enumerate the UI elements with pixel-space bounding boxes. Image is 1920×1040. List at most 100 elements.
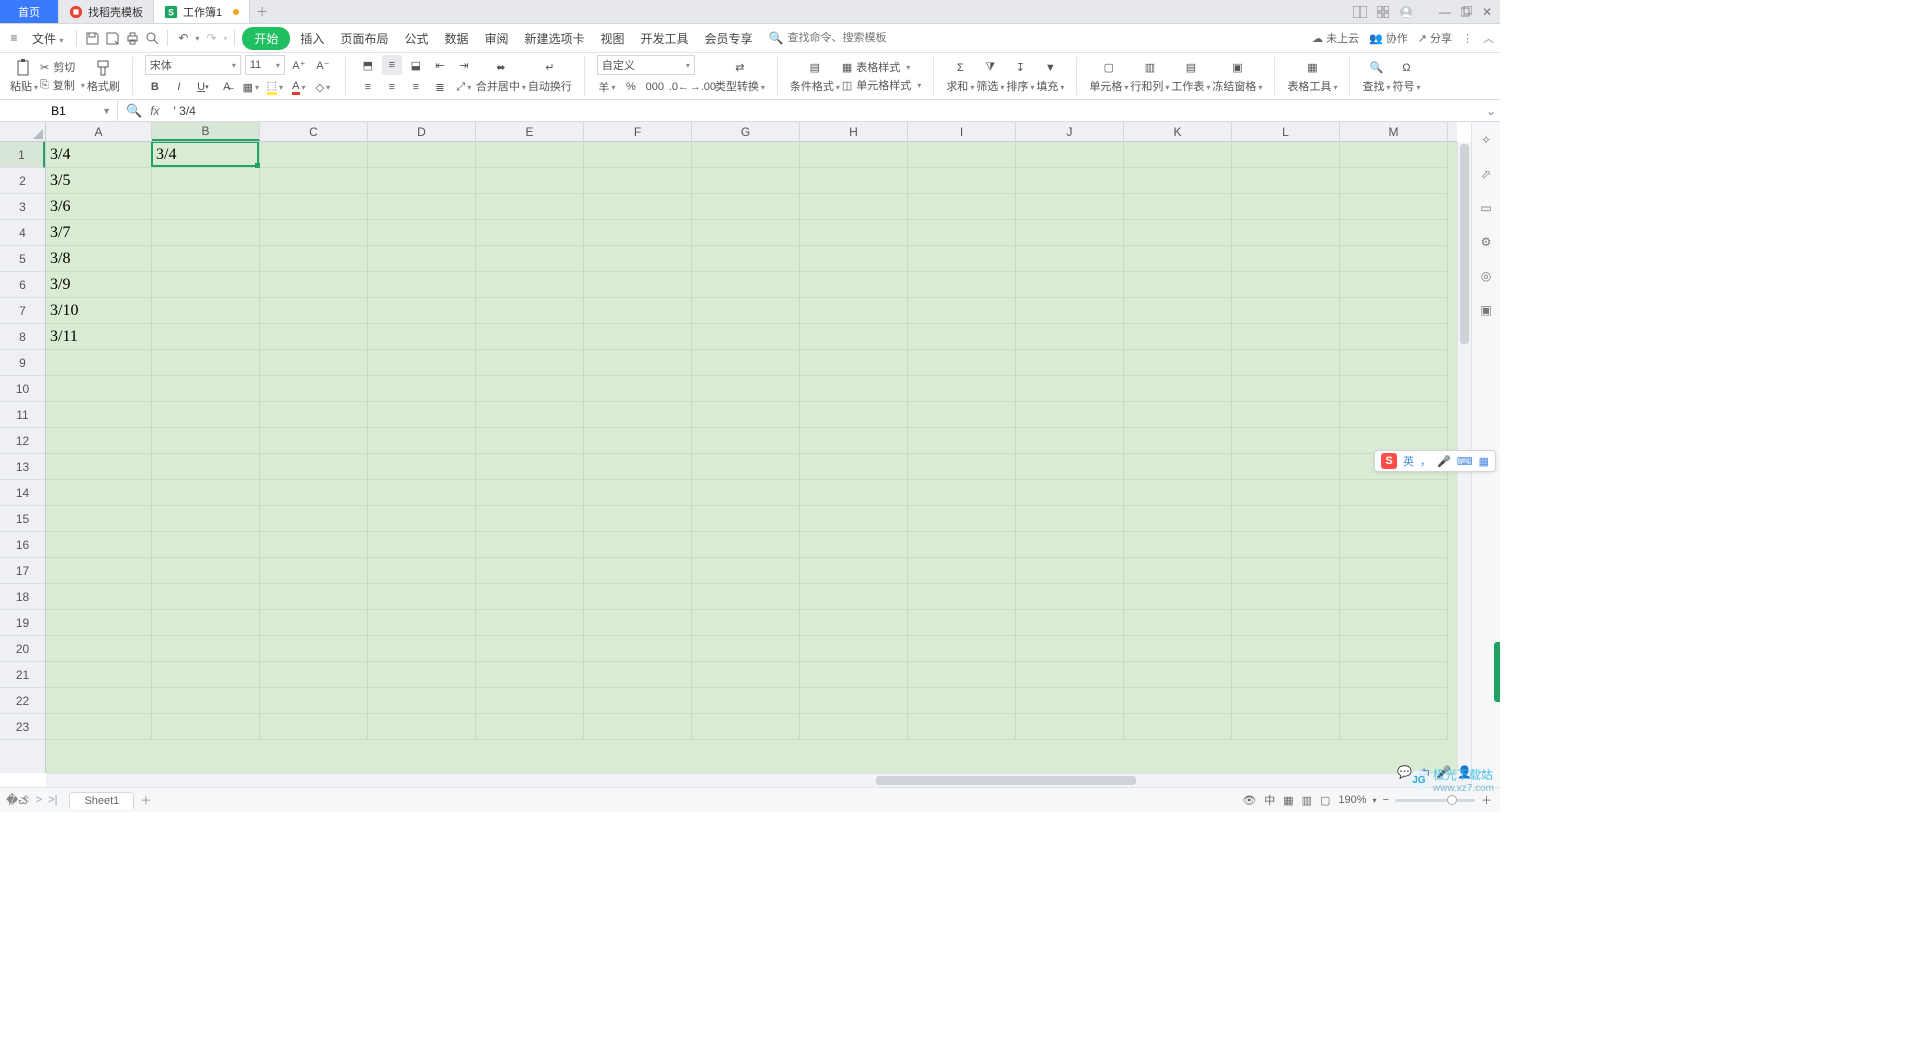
column-header[interactable]: F — [584, 122, 692, 141]
row-header[interactable]: 1 — [0, 142, 45, 168]
cell[interactable] — [1232, 324, 1340, 350]
column-header[interactable]: E — [476, 122, 584, 141]
side-assistant-icon[interactable]: ✧ — [1476, 130, 1496, 150]
cell[interactable] — [692, 402, 800, 428]
cell[interactable] — [152, 402, 260, 428]
select-all-corner[interactable] — [0, 122, 46, 142]
cell[interactable] — [908, 324, 1016, 350]
cell[interactable] — [1124, 142, 1232, 168]
cell[interactable] — [692, 350, 800, 376]
cell[interactable] — [260, 194, 368, 220]
cell[interactable] — [260, 350, 368, 376]
cell[interactable] — [584, 584, 692, 610]
table-style-button[interactable]: ▦表格样式 — [842, 59, 921, 75]
cell[interactable] — [908, 480, 1016, 506]
cell[interactable] — [476, 272, 584, 298]
cell[interactable] — [1124, 272, 1232, 298]
cell[interactable] — [800, 220, 908, 246]
cell[interactable] — [584, 298, 692, 324]
cell[interactable] — [152, 246, 260, 272]
font-select[interactable]: 宋体▾ — [145, 55, 241, 75]
cell[interactable] — [1124, 662, 1232, 688]
cell[interactable] — [1232, 662, 1340, 688]
cell[interactable] — [584, 168, 692, 194]
menu-dev[interactable]: 开发工具 — [635, 27, 695, 50]
cell[interactable] — [1016, 376, 1124, 402]
cell[interactable] — [692, 298, 800, 324]
increase-decimal-icon[interactable]: →.00 — [693, 77, 713, 97]
cell[interactable] — [260, 376, 368, 402]
cell[interactable] — [1340, 168, 1448, 194]
cell[interactable] — [692, 454, 800, 480]
row-header[interactable]: 5 — [0, 246, 45, 272]
cell[interactable] — [584, 246, 692, 272]
column-header[interactable]: M — [1340, 122, 1448, 141]
row-header[interactable]: 17 — [0, 558, 45, 584]
cell[interactable] — [260, 532, 368, 558]
column-header[interactable]: I — [908, 122, 1016, 141]
column-header[interactable]: H — [800, 122, 908, 141]
cell[interactable] — [476, 376, 584, 402]
type-convert-button[interactable]: ⇄类型转换 — [715, 59, 765, 94]
cell[interactable] — [476, 220, 584, 246]
view-normal-icon[interactable]: ▦ — [1283, 794, 1293, 807]
cell[interactable] — [368, 688, 476, 714]
conditional-format-button[interactable]: ▤条件格式 — [790, 59, 840, 94]
cell[interactable] — [46, 662, 152, 688]
row-header[interactable]: 14 — [0, 480, 45, 506]
coop-button[interactable]: 👥协作 — [1369, 30, 1408, 46]
cell[interactable] — [584, 324, 692, 350]
cell[interactable] — [1232, 350, 1340, 376]
decrease-font-icon[interactable]: A⁻ — [313, 55, 333, 75]
ime-keyboard-icon[interactable]: ⌨ — [1457, 455, 1473, 468]
row-header[interactable]: 2 — [0, 168, 45, 194]
cell[interactable] — [46, 376, 152, 402]
side-location-icon[interactable]: ◎ — [1476, 266, 1496, 286]
cell[interactable] — [368, 610, 476, 636]
cell[interactable]: 3/8 — [46, 246, 152, 272]
row-header[interactable]: 18 — [0, 584, 45, 610]
cell[interactable] — [368, 194, 476, 220]
orientation-icon[interactable]: ⤢ — [454, 77, 474, 97]
share-button[interactable]: ↗分享 — [1418, 30, 1452, 46]
cell[interactable] — [908, 402, 1016, 428]
cell[interactable] — [1124, 194, 1232, 220]
zoom-control[interactable]: 190%▾ − ＋ — [1338, 792, 1492, 808]
cell[interactable] — [152, 324, 260, 350]
cell[interactable] — [1124, 298, 1232, 324]
cell[interactable] — [1016, 350, 1124, 376]
cell[interactable] — [476, 324, 584, 350]
cell[interactable] — [1232, 376, 1340, 402]
name-box[interactable]: ▼ — [0, 100, 118, 121]
cell[interactable] — [908, 532, 1016, 558]
cell[interactable] — [46, 506, 152, 532]
cell[interactable] — [800, 610, 908, 636]
cell[interactable] — [1340, 636, 1448, 662]
fill-color-icon[interactable]: ⬚ — [265, 77, 285, 97]
cell[interactable] — [476, 506, 584, 532]
cell[interactable] — [584, 506, 692, 532]
cell[interactable] — [152, 350, 260, 376]
align-center-icon[interactable]: ≡ — [382, 77, 402, 97]
row-header[interactable]: 15 — [0, 506, 45, 532]
cell[interactable] — [1232, 532, 1340, 558]
decrease-decimal-icon[interactable]: .0← — [669, 77, 689, 97]
ime-mic-icon[interactable]: 🎤 — [1437, 455, 1451, 468]
cell[interactable] — [800, 272, 908, 298]
menu-formula[interactable]: 公式 — [398, 27, 434, 50]
cell[interactable] — [260, 688, 368, 714]
cell[interactable] — [584, 714, 692, 740]
cell[interactable] — [692, 376, 800, 402]
cell[interactable] — [584, 220, 692, 246]
zoom-slider[interactable] — [1395, 799, 1475, 802]
cell[interactable]: 3/5 — [46, 168, 152, 194]
cell[interactable] — [476, 142, 584, 168]
cell[interactable] — [260, 480, 368, 506]
cell[interactable] — [908, 376, 1016, 402]
cell[interactable]: 3/9 — [46, 272, 152, 298]
cell[interactable]: 3/7 — [46, 220, 152, 246]
sheet-tab[interactable]: Sheet1 — [69, 792, 134, 809]
ime-lang[interactable]: 英 — [1403, 453, 1414, 469]
cell[interactable] — [692, 142, 800, 168]
symbol-button[interactable]: Ω符号 — [1392, 59, 1420, 94]
